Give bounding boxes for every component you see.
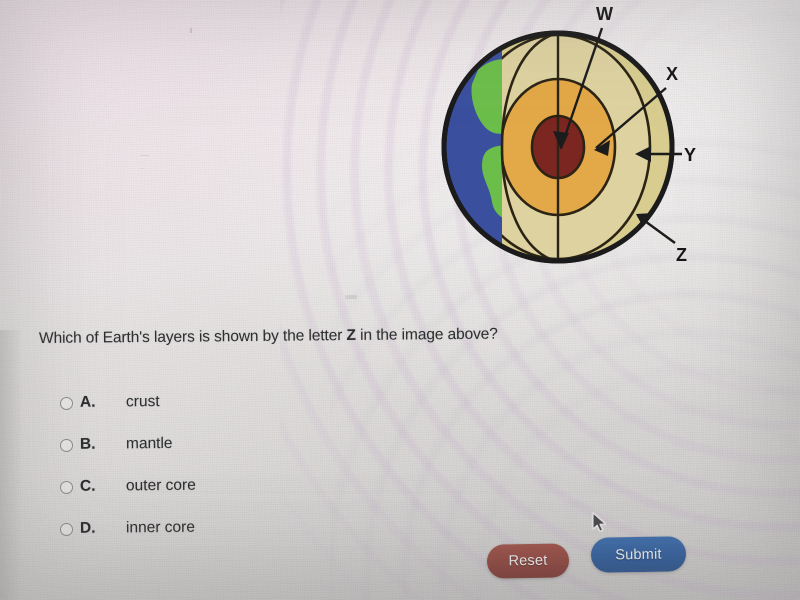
answer-options-list: A. crust B. mantle C. outer core D. inne… xyxy=(59,379,400,550)
photographed-screen: W X Y Z Which of Earth's layers is shown… xyxy=(0,0,800,600)
question-text-before: Which of Earth's layers is shown by the … xyxy=(38,327,347,347)
screen-artifact xyxy=(141,168,143,169)
option-c[interactable]: C. outer core xyxy=(59,463,400,508)
option-letter-c: C. xyxy=(79,477,96,495)
radio-button-c[interactable] xyxy=(59,480,74,494)
diagram-label-y: Y xyxy=(684,145,696,165)
option-letter-b: B. xyxy=(79,435,96,453)
question-text-after: in the image above? xyxy=(355,325,498,344)
option-letter-a: A. xyxy=(79,393,96,411)
screen-bezel-edge xyxy=(0,330,22,600)
screen-artifact xyxy=(190,28,192,33)
option-b[interactable]: B. mantle xyxy=(59,421,400,466)
option-a[interactable]: A. crust xyxy=(59,379,400,424)
radio-button-d[interactable] xyxy=(59,522,74,536)
diagram-label-x: X xyxy=(666,64,678,84)
question-emphasis-letter: Z xyxy=(346,326,356,345)
option-label-b: mantle xyxy=(125,434,173,453)
mouse-pointer-icon xyxy=(592,512,608,534)
diagram-label-z: Z xyxy=(676,245,687,265)
option-label-d: inner core xyxy=(125,518,196,537)
option-label-c: outer core xyxy=(125,476,196,495)
radio-button-a[interactable] xyxy=(59,396,74,410)
screen-artifact xyxy=(345,295,357,299)
earth-cross-section-diagram: W X Y Z xyxy=(430,0,710,290)
option-label-a: crust xyxy=(125,393,160,411)
screen-artifact xyxy=(140,155,149,156)
diagram-label-w: W xyxy=(596,4,613,24)
radio-button-b[interactable] xyxy=(59,438,74,452)
option-letter-d: D. xyxy=(79,519,96,537)
option-d[interactable]: D. inner core xyxy=(59,505,400,550)
submit-button[interactable]: Submit xyxy=(590,536,687,573)
reset-button[interactable]: Reset xyxy=(486,543,570,579)
